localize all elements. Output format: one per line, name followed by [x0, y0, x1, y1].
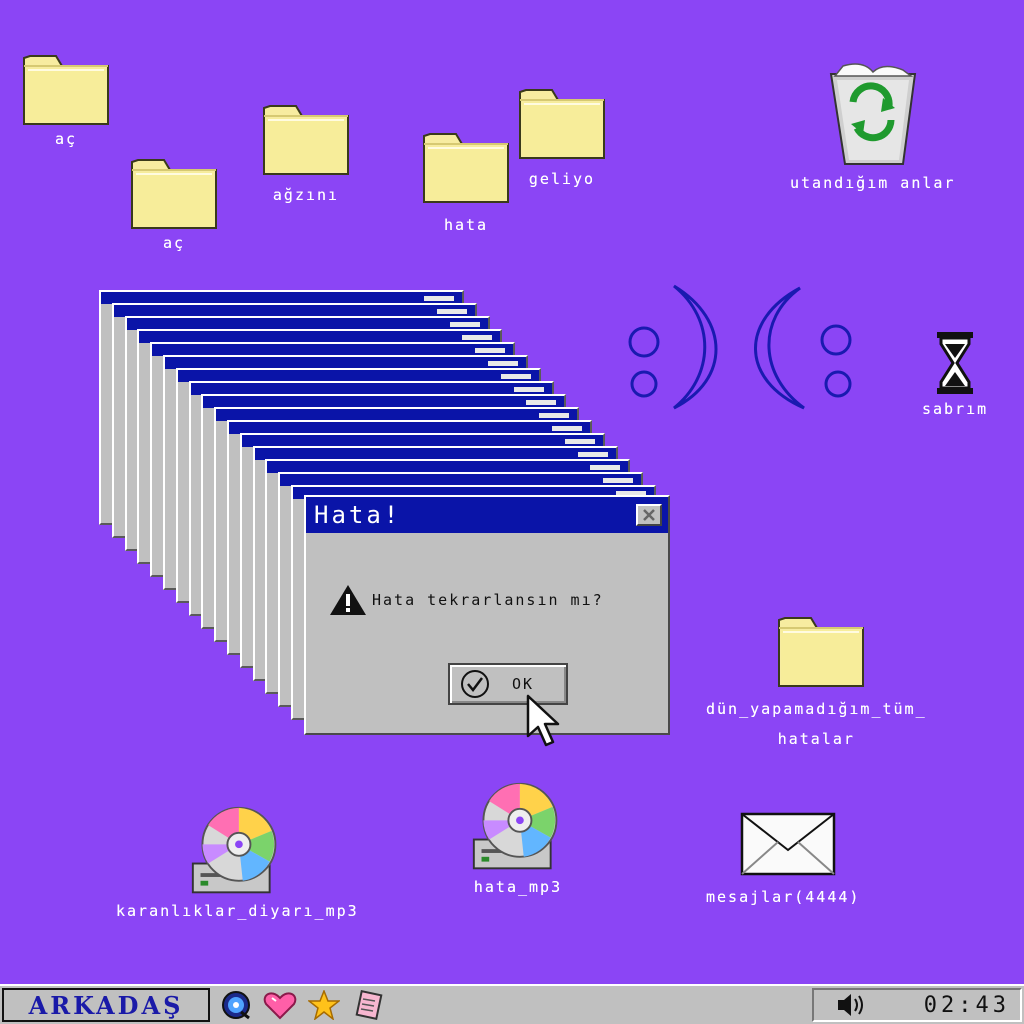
- warning-icon: [330, 585, 366, 615]
- recycle-bin-label: utandığım anlar: [790, 174, 956, 192]
- folder-icon: [518, 84, 606, 160]
- folder-ac-2[interactable]: aç: [130, 154, 218, 252]
- dialog-message: Hata tekrarlansın mı?: [372, 591, 604, 609]
- folder-icon: [130, 154, 218, 230]
- folder-ac-1[interactable]: aç: [22, 50, 110, 148]
- system-tray: 02:43: [812, 988, 1022, 1022]
- dialog-title: Hata!: [314, 501, 402, 529]
- hourglass-sabrim[interactable]: sabrım: [922, 330, 988, 418]
- envelope-icon: [740, 812, 836, 876]
- star-icon[interactable]: [306, 988, 342, 1022]
- folder-icon: [22, 50, 110, 126]
- folder-label: ağzını: [272, 186, 340, 204]
- hourglass-label: sabrım: [922, 400, 989, 418]
- folder-agzini[interactable]: ağzını: [262, 100, 350, 204]
- heart-icon[interactable]: [262, 988, 298, 1022]
- face-drawing: [628, 284, 852, 410]
- start-button[interactable]: ARKADAŞ: [2, 988, 210, 1022]
- taskbar: ARKADAŞ 02:43: [0, 984, 1024, 1024]
- folder-label: aç: [162, 234, 186, 252]
- folder-icon: [422, 128, 510, 204]
- folder-geliyo[interactable]: geliyo: [518, 84, 606, 188]
- cd-icon[interactable]: [218, 988, 254, 1022]
- hourglass-icon: [937, 332, 974, 394]
- cd-drive-icon: [189, 804, 285, 900]
- dialog-title-bar[interactable]: Hata!: [306, 497, 668, 533]
- folder-label: aç: [54, 130, 78, 148]
- dialog-message-row: Hata tekrarlansın mı?: [328, 583, 604, 617]
- folder-label: geliyo: [528, 170, 596, 188]
- ok-label: OK: [512, 675, 535, 693]
- folder-hata[interactable]: hata: [422, 128, 510, 234]
- recycle-bin-icon: [829, 63, 916, 165]
- folder-icon: [262, 100, 350, 176]
- folder-label: dün_yapamadığım_tüm_: [706, 700, 927, 718]
- folder-label-line2: hatalar: [777, 730, 855, 748]
- cd-label: hata_mp3: [473, 878, 563, 896]
- mouse-cursor-icon: [526, 694, 560, 747]
- cd-label: karanlıklar_diyarı_mp3: [116, 902, 359, 920]
- folder-dun-hatalar[interactable]: dün_yapamadığım_tüm_ hatalar: [706, 612, 927, 748]
- notebook-icon[interactable]: [350, 988, 386, 1022]
- cd-drive-icon: [470, 780, 566, 876]
- speaker-icon[interactable]: [836, 992, 868, 1018]
- clock: 02:43: [923, 992, 1010, 1018]
- close-button[interactable]: [636, 504, 662, 526]
- cd-hata-mp3[interactable]: hata_mp3: [470, 780, 566, 896]
- close-icon: [643, 509, 655, 521]
- checkmark-icon: [461, 670, 489, 698]
- folder-label: hata: [443, 216, 489, 234]
- messages-label: mesajlar(4444): [706, 888, 861, 906]
- folder-icon: [777, 612, 865, 688]
- cd-karanliklar[interactable]: karanlıklar_diyarı_mp3: [116, 804, 359, 920]
- messages[interactable]: mesajlar(4444): [706, 812, 860, 906]
- recycle-bin[interactable]: utandığım anlar: [790, 62, 955, 192]
- error-dialog[interactable]: Hata! Hata tekrarlansın mı? OK: [304, 495, 670, 735]
